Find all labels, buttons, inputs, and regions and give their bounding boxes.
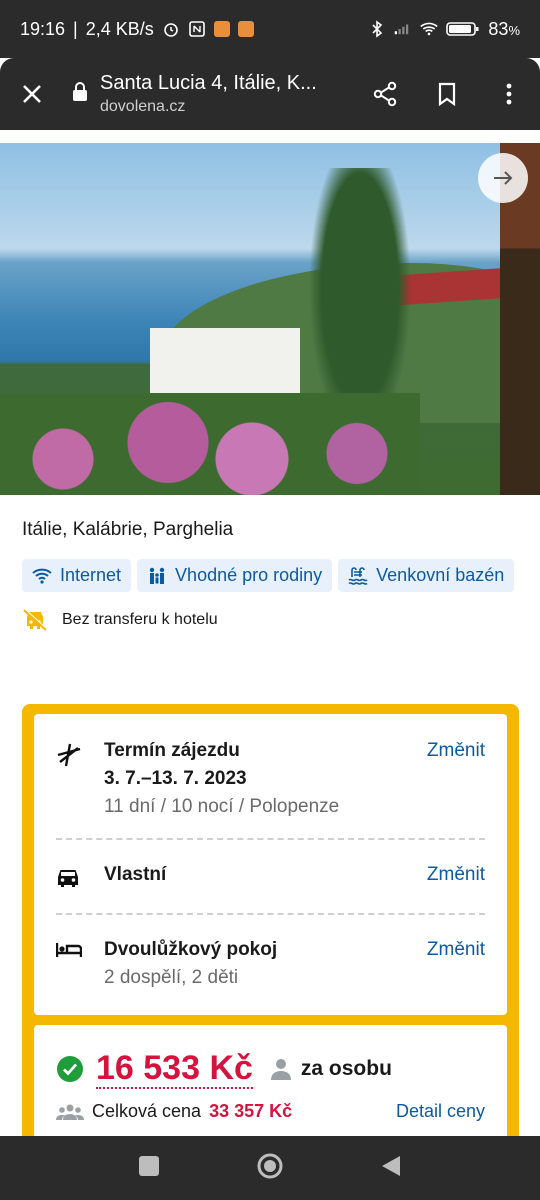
term-label: Termín zájezdu <box>104 740 240 761</box>
car-icon <box>56 864 104 893</box>
change-term-link[interactable]: Změnit <box>427 740 485 762</box>
hotel-location: Itálie, Kalábrie, Parghelia <box>22 519 234 540</box>
status-bar: 19:16 | 2,4 KB/s 83% <box>0 0 540 58</box>
price-per-person[interactable]: 16 533 Kč <box>96 1049 253 1089</box>
change-transport-link[interactable]: Změnit <box>427 864 485 886</box>
check-circle-icon <box>57 1056 83 1082</box>
booking-panel: Termín zájezdu 3. 7.–13. 7. 2023 11 dní … <box>22 704 519 1155</box>
total-price: 33 357 Kč <box>209 1101 293 1121</box>
term-duration: 11 dní / 10 nocí / Polopenze <box>104 796 340 817</box>
price-detail-link[interactable]: Detail ceny <box>396 1101 485 1122</box>
share-button[interactable] <box>354 62 416 126</box>
term-dates: 3. 7.–13. 7. 2023 <box>104 768 247 789</box>
wifi-status-icon <box>420 20 439 38</box>
bookmark-button[interactable] <box>416 62 478 126</box>
recents-button[interactable] <box>138 1155 160 1182</box>
person-icon <box>270 1059 291 1080</box>
app-notification-icon <box>213 21 230 37</box>
room-row: Dvoulůžkový pokoj 2 dospělí, 2 děti Změn… <box>55 915 485 1015</box>
triangle-back-icon <box>382 1155 400 1176</box>
family-icon <box>149 567 165 584</box>
room-occupants: 2 dospělí, 2 děti <box>104 967 239 988</box>
total-label: Celková cena <box>92 1101 202 1121</box>
transport-row: Vlastní Změnit <box>56 840 485 913</box>
no-transfer-icon <box>23 608 48 631</box>
battery-level: 83% <box>488 18 520 39</box>
clock: 19:16 <box>20 18 66 39</box>
square-icon <box>139 1155 159 1176</box>
transport-label: Vlastní <box>104 864 167 885</box>
arrow-right-icon <box>494 171 513 185</box>
feature-chip: Internet <box>22 559 132 592</box>
trip-details-card: Termín zájezdu 3. 7.–13. 7. 2023 11 dní … <box>34 714 507 1015</box>
close-icon <box>23 85 41 103</box>
term-row: Termín zájezdu 3. 7.–13. 7. 2023 11 dní … <box>56 714 485 838</box>
home-button[interactable] <box>256 1152 284 1185</box>
per-person-label: za osobu <box>300 1057 392 1080</box>
back-button[interactable] <box>380 1154 402 1183</box>
hotel-photo[interactable] <box>0 143 540 495</box>
room-type: Dvoulůžkový pokoj <box>104 939 278 960</box>
url-bar[interactable]: Santa Lucia 4, Itálie, K... dovolena.cz <box>64 72 354 116</box>
change-room-link[interactable]: Změnit <box>427 939 485 961</box>
system-nav-bar <box>0 1136 540 1200</box>
group-icon <box>56 1104 84 1120</box>
more-menu-button[interactable] <box>478 62 540 126</box>
lock-icon <box>72 81 88 107</box>
feature-chip: Venkovní bazén <box>338 559 515 592</box>
next-photo-button[interactable] <box>478 153 528 203</box>
pool-icon <box>348 566 368 585</box>
page-title: Santa Lucia 4, Itálie, K... <box>100 72 317 94</box>
bookmark-icon <box>438 82 456 106</box>
plane-icon <box>56 740 104 773</box>
more-vert-icon <box>506 83 512 105</box>
network-speed: 2,4 KB/s <box>85 18 154 39</box>
signal-icon <box>394 20 412 38</box>
share-icon <box>373 81 397 107</box>
battery-icon <box>446 20 480 38</box>
close-tab-button[interactable] <box>0 62 64 126</box>
wifi-icon <box>32 568 52 584</box>
bed-icon <box>55 939 104 964</box>
bluetooth-icon <box>368 20 386 38</box>
feature-chip: Vhodné pro rodiny <box>137 559 333 592</box>
circle-icon <box>257 1153 283 1178</box>
alarm-icon <box>162 20 180 38</box>
transfer-info: Bez transferu k hotelu <box>22 608 522 632</box>
nfc-icon <box>188 20 206 38</box>
feature-chips: Internet Vhodné pro rodiny Venkovní bazé… <box>22 559 522 592</box>
browser-toolbar: Santa Lucia 4, Itálie, K... dovolena.cz <box>0 58 540 130</box>
page-host: dovolena.cz <box>100 98 186 115</box>
app-notification-icon <box>237 21 254 37</box>
